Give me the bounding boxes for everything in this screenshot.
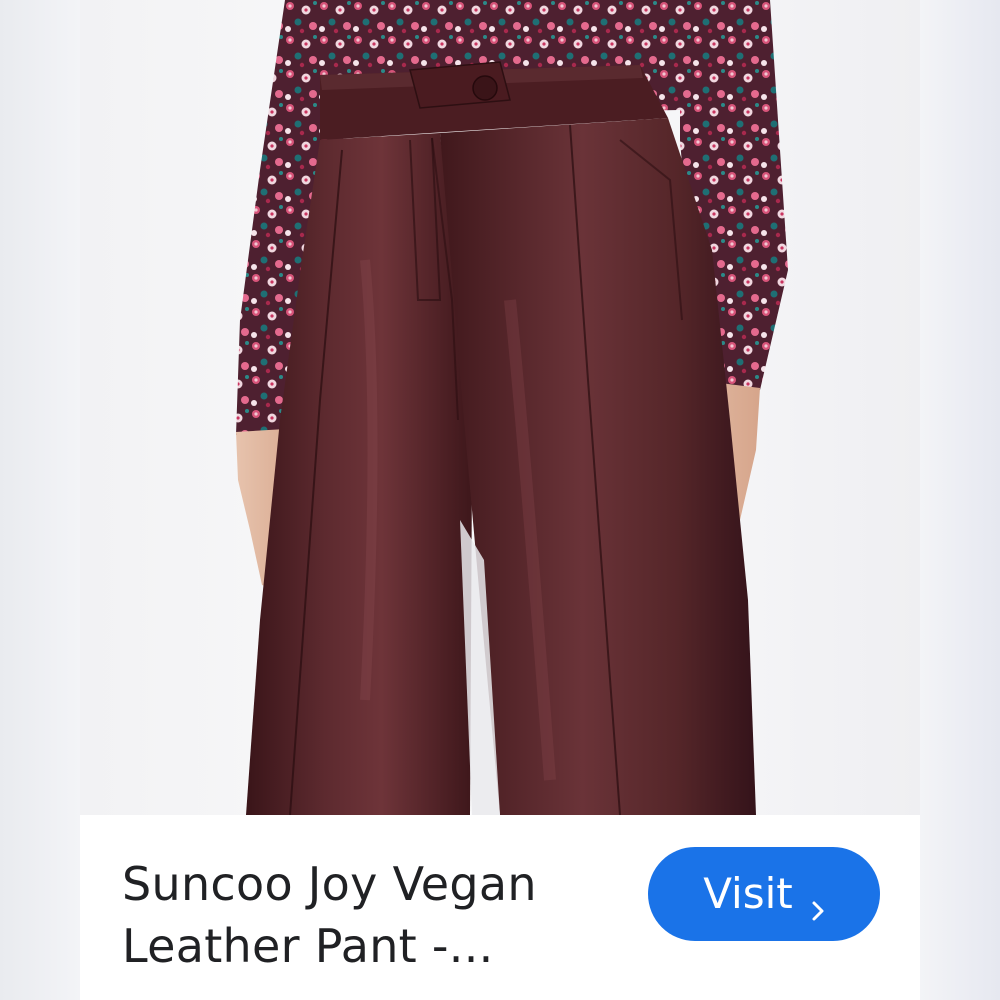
- visit-button[interactable]: Visit: [648, 847, 880, 941]
- visit-button-label: Visit: [703, 869, 793, 918]
- product-info-bar: Suncoo Joy Vegan Leather Pant -... Visit: [80, 815, 920, 1000]
- product-image[interactable]: [80, 0, 920, 815]
- product-title[interactable]: Suncoo Joy Vegan Leather Pant -...: [122, 853, 622, 977]
- screen: Suncoo Joy Vegan Leather Pant -... Visit: [0, 0, 1000, 1000]
- chevron-right-icon: [811, 883, 825, 921]
- product-photo-illustration: [80, 0, 920, 815]
- product-card[interactable]: Suncoo Joy Vegan Leather Pant -... Visit: [80, 0, 920, 1000]
